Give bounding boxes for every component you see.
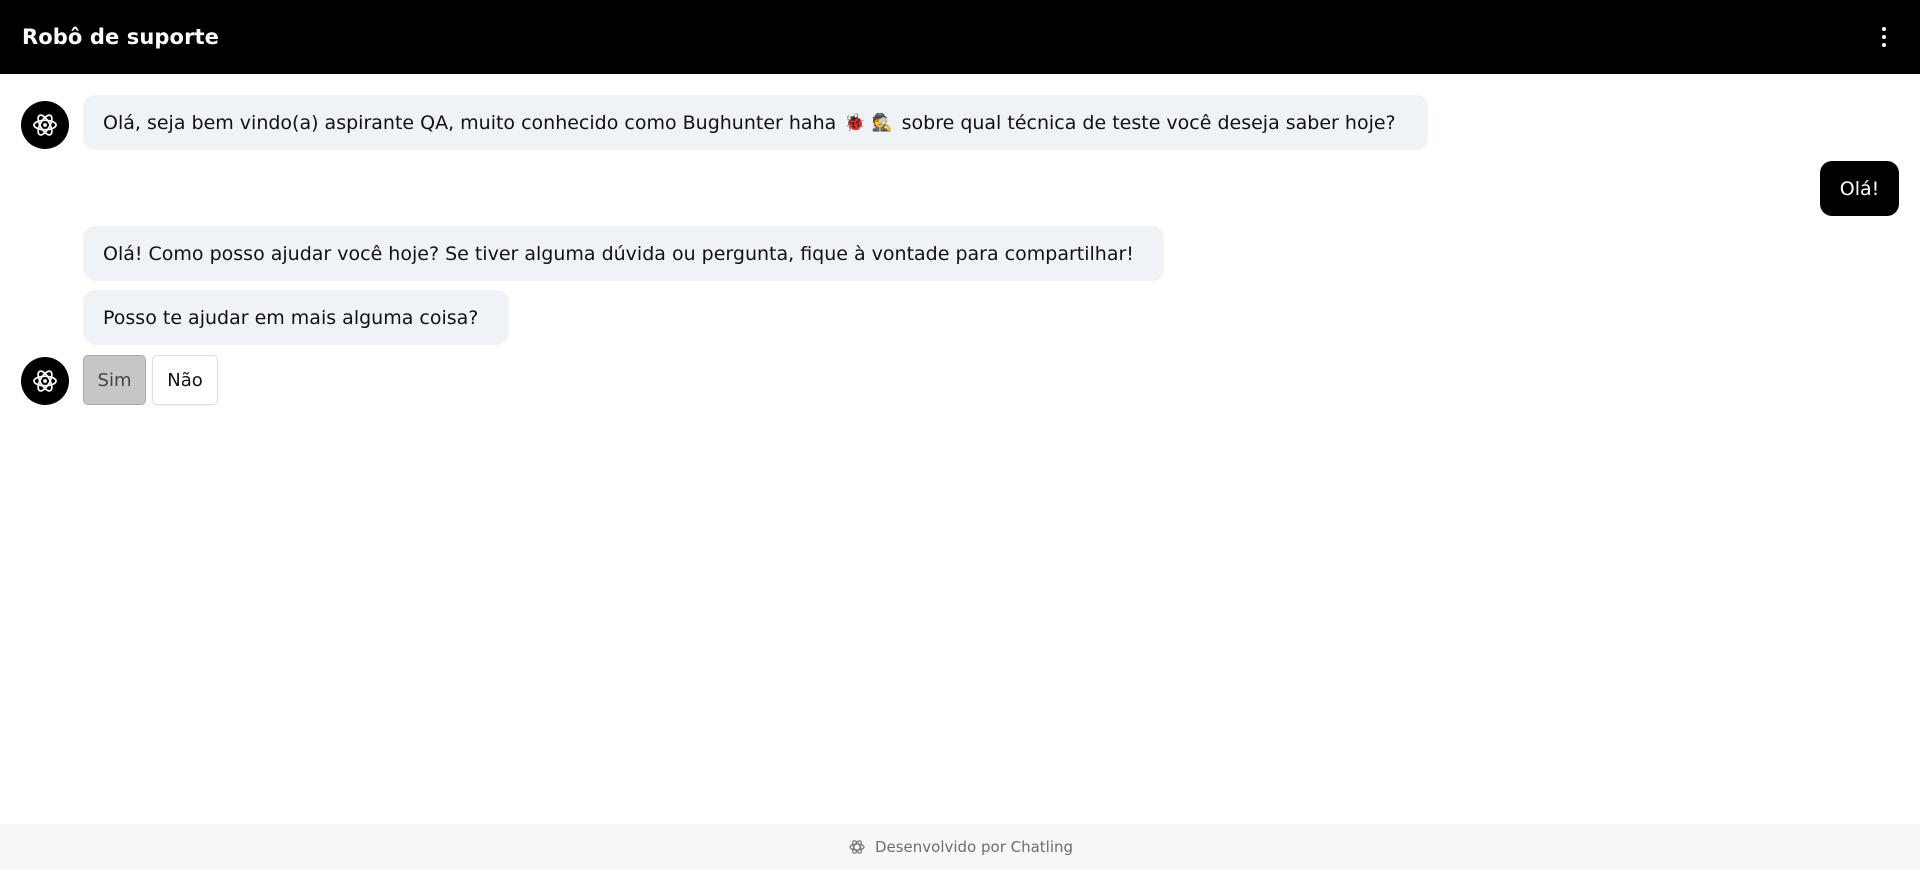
- user-message: Olá!: [1820, 161, 1899, 216]
- bot-message: Olá! Como posso ajudar você hoje? Se tiv…: [83, 226, 1164, 281]
- bot-avatar-icon: [21, 357, 69, 405]
- bug-emoji-icon: 🐞: [844, 112, 866, 133]
- quick-reply-no-button[interactable]: Não: [152, 355, 218, 405]
- chat-title: Robô de suporte: [22, 25, 220, 49]
- detective-emoji-icon: 🕵: [871, 112, 893, 133]
- bot-message: Olá, seja bem vindo(a) aspirante QA, mui…: [83, 95, 1428, 150]
- chat-app: Robô de suporte Olá, seja bem vindo(a) a…: [0, 0, 1920, 869]
- message-text: Olá!: [1839, 177, 1880, 200]
- bot-avatar-icon: [21, 101, 69, 149]
- bot-message: Posso te ajudar em mais alguma coisa?: [83, 290, 509, 345]
- message-list: Olá, seja bem vindo(a) aspirante QA, mui…: [0, 74, 1920, 824]
- message-text: Olá, seja bem vindo(a) aspirante QA, mui…: [103, 111, 837, 134]
- chat-header: Robô de suporte: [0, 0, 1920, 74]
- powered-by-footer[interactable]: Desenvolvido por Chatling: [0, 824, 1920, 869]
- message-text: Posso te ajudar em mais alguma coisa?: [103, 306, 479, 329]
- message-text: sobre qual técnica de teste você deseja …: [901, 111, 1396, 134]
- footer-text: Desenvolvido por Chatling: [874, 837, 1074, 856]
- chatling-logo-icon: [849, 839, 865, 854]
- message-text: Olá! Como posso ajudar você hoje? Se tiv…: [103, 242, 1134, 265]
- more-vertical-icon[interactable]: [1872, 22, 1896, 52]
- quick-reply-yes-button[interactable]: Sim: [83, 355, 146, 405]
